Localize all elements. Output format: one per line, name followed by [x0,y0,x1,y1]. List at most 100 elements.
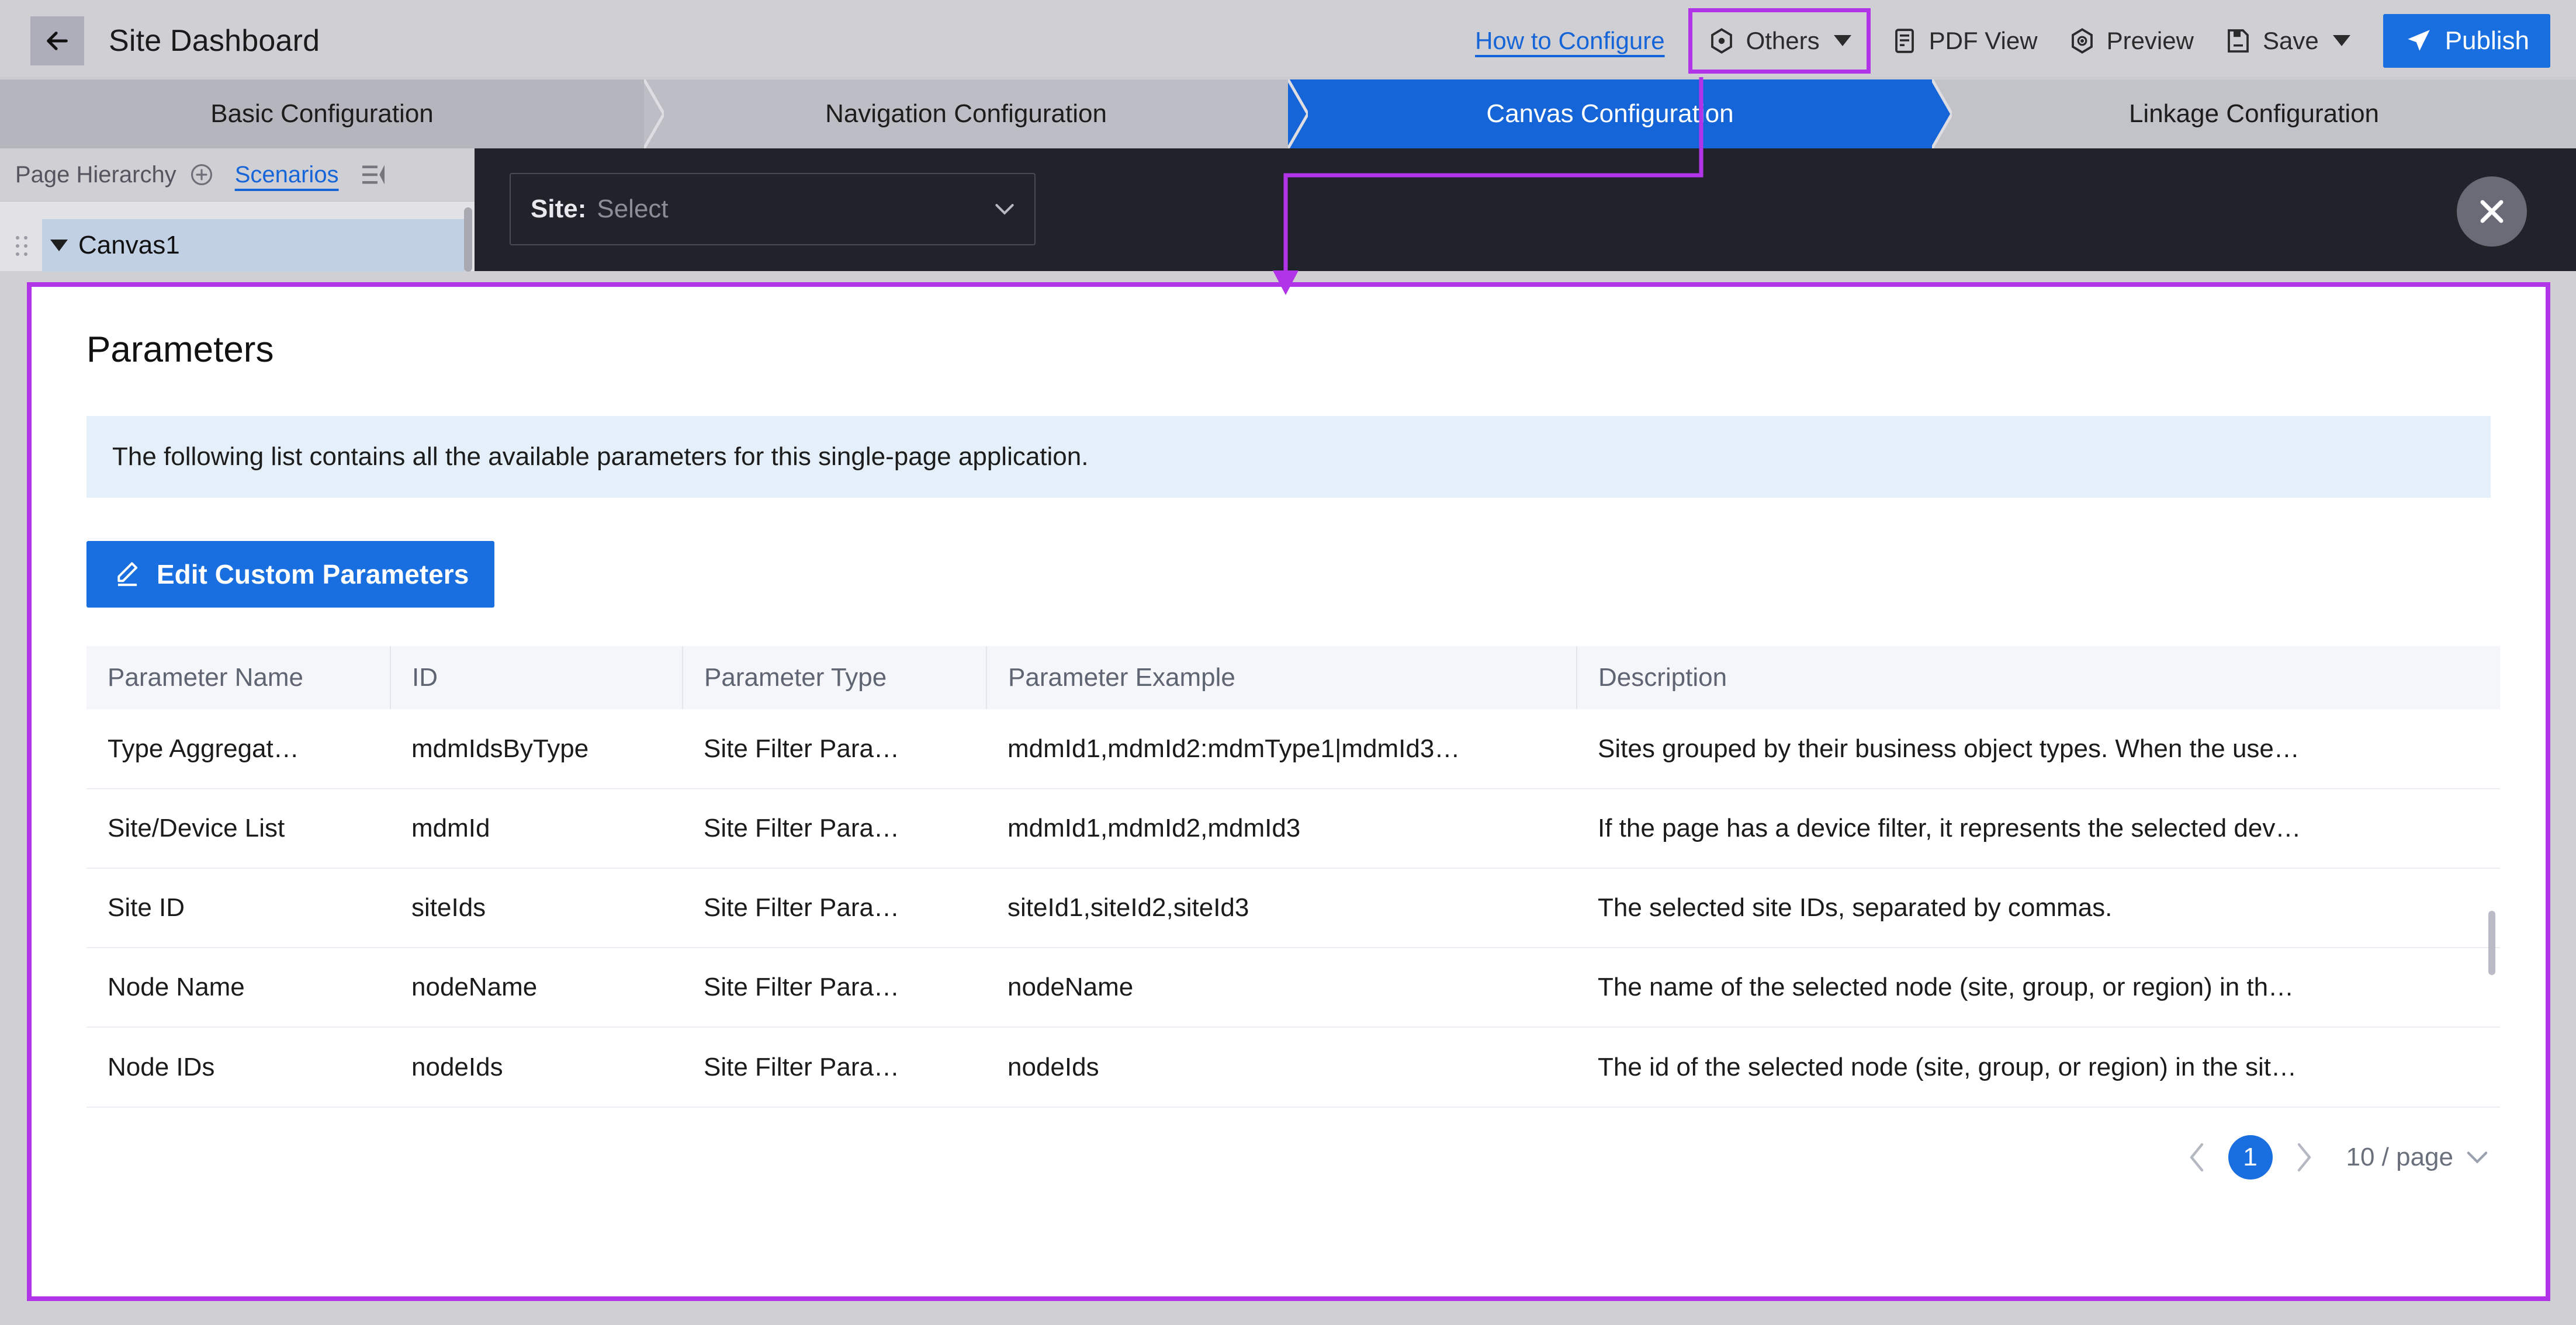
cell-parameter-name: Node IDs [108,1052,215,1081]
tree-node-label: Canvas1 [78,231,180,259]
cell-parameter-example: nodeIds [1007,1052,1099,1081]
cell-parameter-name: Type Aggregat… [86,709,390,789]
triangle-down-icon[interactable] [50,240,68,251]
table-scrollbar[interactable] [2488,911,2495,975]
close-icon [2480,200,2504,223]
table-row[interactable]: Node Name nodeName Site Filter Para… nod… [86,948,2500,1028]
cell-parameter-example: mdmId1,mdmId2:mdmType1|mdmId3… [986,709,1577,789]
cell-parameter-type: Site Filter Para… [683,948,986,1028]
cell-parameter-type: Site Filter Para… [704,1052,899,1081]
cell-description: Sites grouped by their business object t… [1577,709,2500,789]
step-label: Basic Configuration [210,99,434,128]
site-select-value: Select [597,195,669,223]
save-label: Save [2262,26,2319,54]
how-to-configure-link[interactable]: How to Configure [1475,27,1665,55]
parameters-title: Parameters [86,329,274,370]
page-size-select[interactable]: 10 / page [2346,1143,2489,1172]
edit-custom-parameters-button[interactable]: Edit Custom Parameters [86,541,495,608]
cell-id: mdmId [390,789,683,869]
table-row[interactable]: Node IDs nodeIds Site Filter Para… nodeI… [86,1027,2500,1107]
hierarchy-scrollbar[interactable] [464,207,472,272]
table-header-row: Parameter Name ID Parameter Type Paramet… [86,646,2500,709]
cell-parameter-name: Site ID [86,868,390,948]
others-label: Others [1746,26,1820,54]
chevron-down-icon [2332,35,2350,46]
cell-description: The id of the selected node (site, group… [1598,1052,2297,1081]
eye-hexagon-icon [2071,27,2093,54]
step-basic-configuration[interactable]: Basic Configuration [0,79,664,148]
table-row[interactable]: Site/Device List mdmId Site Filter Para…… [86,789,2500,869]
back-arrow-icon [47,31,68,50]
cell-parameter-example: siteId1,siteId2,siteId3 [986,868,1577,948]
step-navigation-configuration[interactable]: Navigation Configuration [644,79,1308,148]
step-divider-icon [1932,79,1952,148]
page-hierarchy-tree: Canvas1 [0,201,475,272]
cell-parameter-example: mdmId1,mdmId2,mdmId3 [986,789,1577,869]
drag-handle-icon[interactable] [14,234,29,258]
save-button[interactable]: Save [2209,16,2366,65]
chevron-right-icon [2297,1143,2311,1172]
column-header-parameter-name[interactable]: Parameter Name [86,646,391,709]
chevron-left-icon [2190,1143,2203,1172]
page-size-label: 10 / page [2346,1143,2454,1171]
cell-parameter-type: Site Filter Para… [683,709,986,789]
column-header-id[interactable]: ID [390,646,683,709]
floppy-disk-icon [2228,29,2249,53]
document-list-icon [1895,28,1914,53]
publish-label: Publish [2445,26,2529,55]
paper-plane-icon [2407,29,2430,51]
publish-button[interactable]: Publish [2383,13,2550,68]
cell-parameter-example: nodeName [986,948,1577,1028]
table-row[interactable]: Type Aggregat… mdmIdsByType Site Filter … [86,709,2500,789]
step-label: Navigation Configuration [825,99,1107,128]
cell-id: nodeName [390,948,683,1028]
parameters-panel: Parameters The following list contains a… [27,282,2550,1301]
column-header-description[interactable]: Description [1577,646,2500,709]
step-linkage-configuration[interactable]: Linkage Configuration [1932,79,2576,148]
page-hierarchy-panel: Page Hierarchy Scenarios Canvas1 [0,148,475,272]
tree-node-canvas1[interactable]: Canvas1 [16,219,465,272]
cell-id: siteIds [390,868,683,948]
page-hierarchy-header: Page Hierarchy Scenarios [0,148,475,201]
edit-custom-parameters-label: Edit Custom Parameters [157,559,469,589]
info-banner-text: The following list contains all the avai… [112,442,1089,471]
parameters-table-body: Type Aggregat… mdmIdsByType Site Filter … [86,709,2500,1107]
collapse-panel-icon[interactable] [361,164,386,186]
pagination-next-button[interactable] [2286,1139,2322,1175]
back-button[interactable] [30,16,84,65]
step-label: Linkage Configuration [2128,99,2380,128]
cell-id: nodeIds [411,1052,503,1081]
table-row[interactable]: Site ID siteIds Site Filter Para… siteId… [86,868,2500,948]
parameters-table-head: Parameter Name ID Parameter Type Paramet… [86,646,2500,709]
cell-description: The selected site IDs, separated by comm… [1577,868,2500,948]
pagination-page-1[interactable]: 1 [2228,1135,2273,1180]
page-title: Site Dashboard [109,23,320,58]
preview-button[interactable]: Preview [2053,16,2209,65]
parameters-table: Parameter Name ID Parameter Type Paramet… [86,646,2500,1107]
cell-parameter-name: Node Name [86,948,390,1028]
toolbar-actions: How to Configure Others PDF View Preview… [1475,4,2576,78]
cell-parameter-name: Site/Device List [86,789,390,869]
column-header-parameter-type[interactable]: Parameter Type [683,646,987,709]
others-menu-button[interactable]: Others [1688,8,1871,74]
pdf-view-button[interactable]: PDF View [1875,16,2053,65]
preview-label: Preview [2106,26,2194,54]
pdf-view-label: PDF View [1928,26,2038,54]
others-menu-inner[interactable]: Others [1692,16,1867,65]
scenarios-tab[interactable]: Scenarios [235,162,339,188]
step-canvas-configuration[interactable]: Canvas Configuration [1288,79,1952,148]
step-divider-icon [1288,79,1308,148]
site-select[interactable]: Site: Select [510,173,1036,245]
step-label: Canvas Configuration [1486,99,1734,128]
column-header-parameter-example[interactable]: Parameter Example [986,646,1577,709]
chevron-down-icon [995,204,1014,215]
pagination-prev-button[interactable] [2179,1139,2215,1175]
cell-id: mdmIdsByType [390,709,683,789]
plus-circle-icon[interactable] [189,162,214,187]
close-panel-button[interactable] [2457,176,2527,247]
pagination: 1 10 / page [86,1108,2500,1207]
pencil-icon [117,562,138,587]
step-divider-icon [644,79,664,148]
cell-parameter-type: Site Filter Para… [683,789,986,869]
cell-parameter-type: Site Filter Para… [683,868,986,948]
